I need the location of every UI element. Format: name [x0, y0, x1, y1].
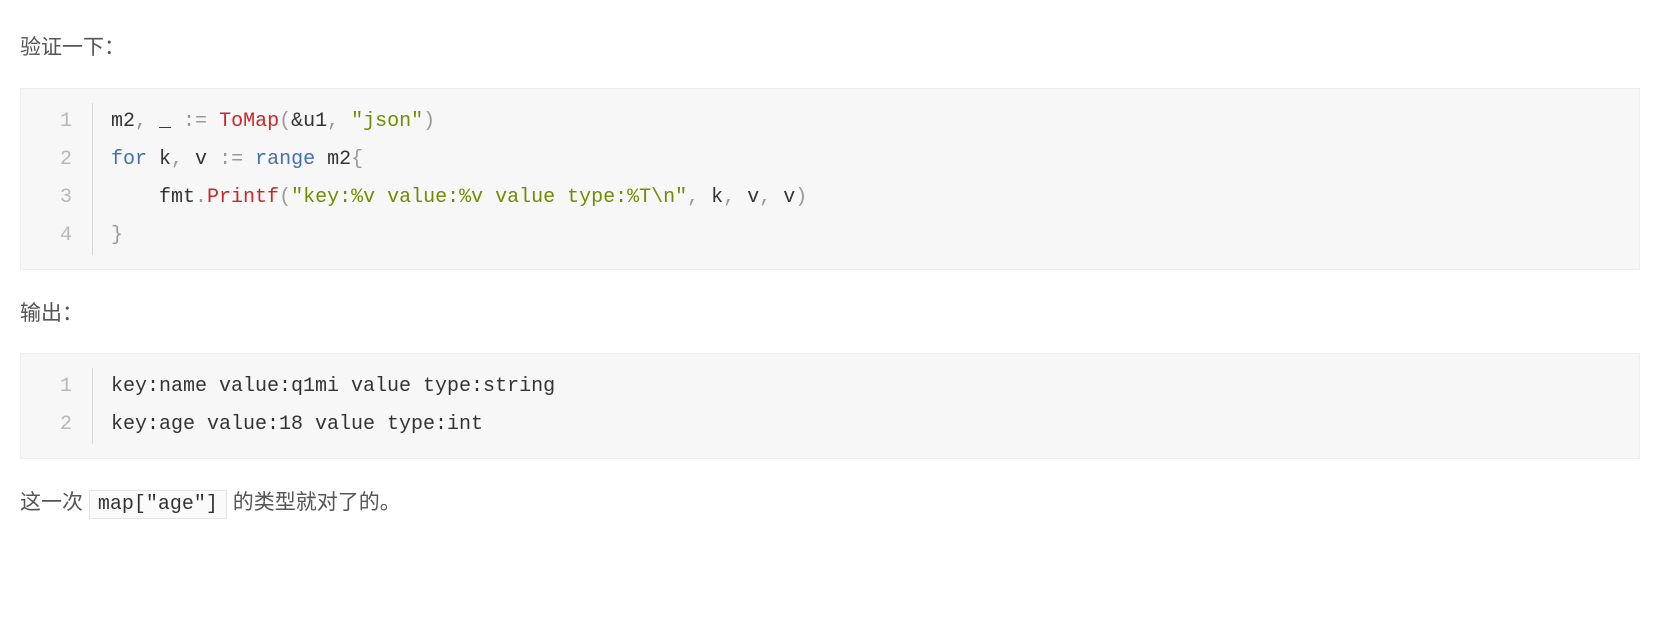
- code-line: 2 for k, v := range m2{: [21, 141, 1639, 179]
- intro-text: 验证一下：: [20, 32, 1640, 64]
- line-number: 2: [21, 141, 93, 179]
- code-content: }: [93, 217, 123, 255]
- code-line: 1 key:name value:q1mi value type:string: [21, 368, 1639, 406]
- code-block-output: 1 key:name value:q1mi value type:string …: [20, 353, 1640, 459]
- line-number: 2: [21, 406, 93, 444]
- code-content: m2, _ := ToMap(&u1, "json"): [93, 103, 435, 141]
- code-line: 2 key:age value:18 value type:int: [21, 406, 1639, 444]
- code-line: 4 }: [21, 217, 1639, 255]
- inline-code-map-age: map["age"]: [89, 490, 227, 519]
- code-content: for k, v := range m2{: [93, 141, 363, 179]
- code-block-source: 1 m2, _ := ToMap(&u1, "json") 2 for k, v…: [20, 88, 1640, 270]
- line-number: 1: [21, 103, 93, 141]
- code-content: fmt.Printf("key:%v value:%v value type:%…: [93, 179, 807, 217]
- output-label: 输出：: [20, 298, 1640, 330]
- line-number: 3: [21, 179, 93, 217]
- final-before: 这一次: [20, 491, 89, 514]
- final-after: 的类型就对了的。: [227, 491, 401, 514]
- line-number: 1: [21, 368, 93, 406]
- line-number: 4: [21, 217, 93, 255]
- code-line: 1 m2, _ := ToMap(&u1, "json"): [21, 103, 1639, 141]
- code-content: key:age value:18 value type:int: [93, 406, 483, 444]
- code-content: key:name value:q1mi value type:string: [93, 368, 555, 406]
- code-line: 3 fmt.Printf("key:%v value:%v value type…: [21, 179, 1639, 217]
- final-paragraph: 这一次 map["age"] 的类型就对了的。: [20, 487, 1640, 520]
